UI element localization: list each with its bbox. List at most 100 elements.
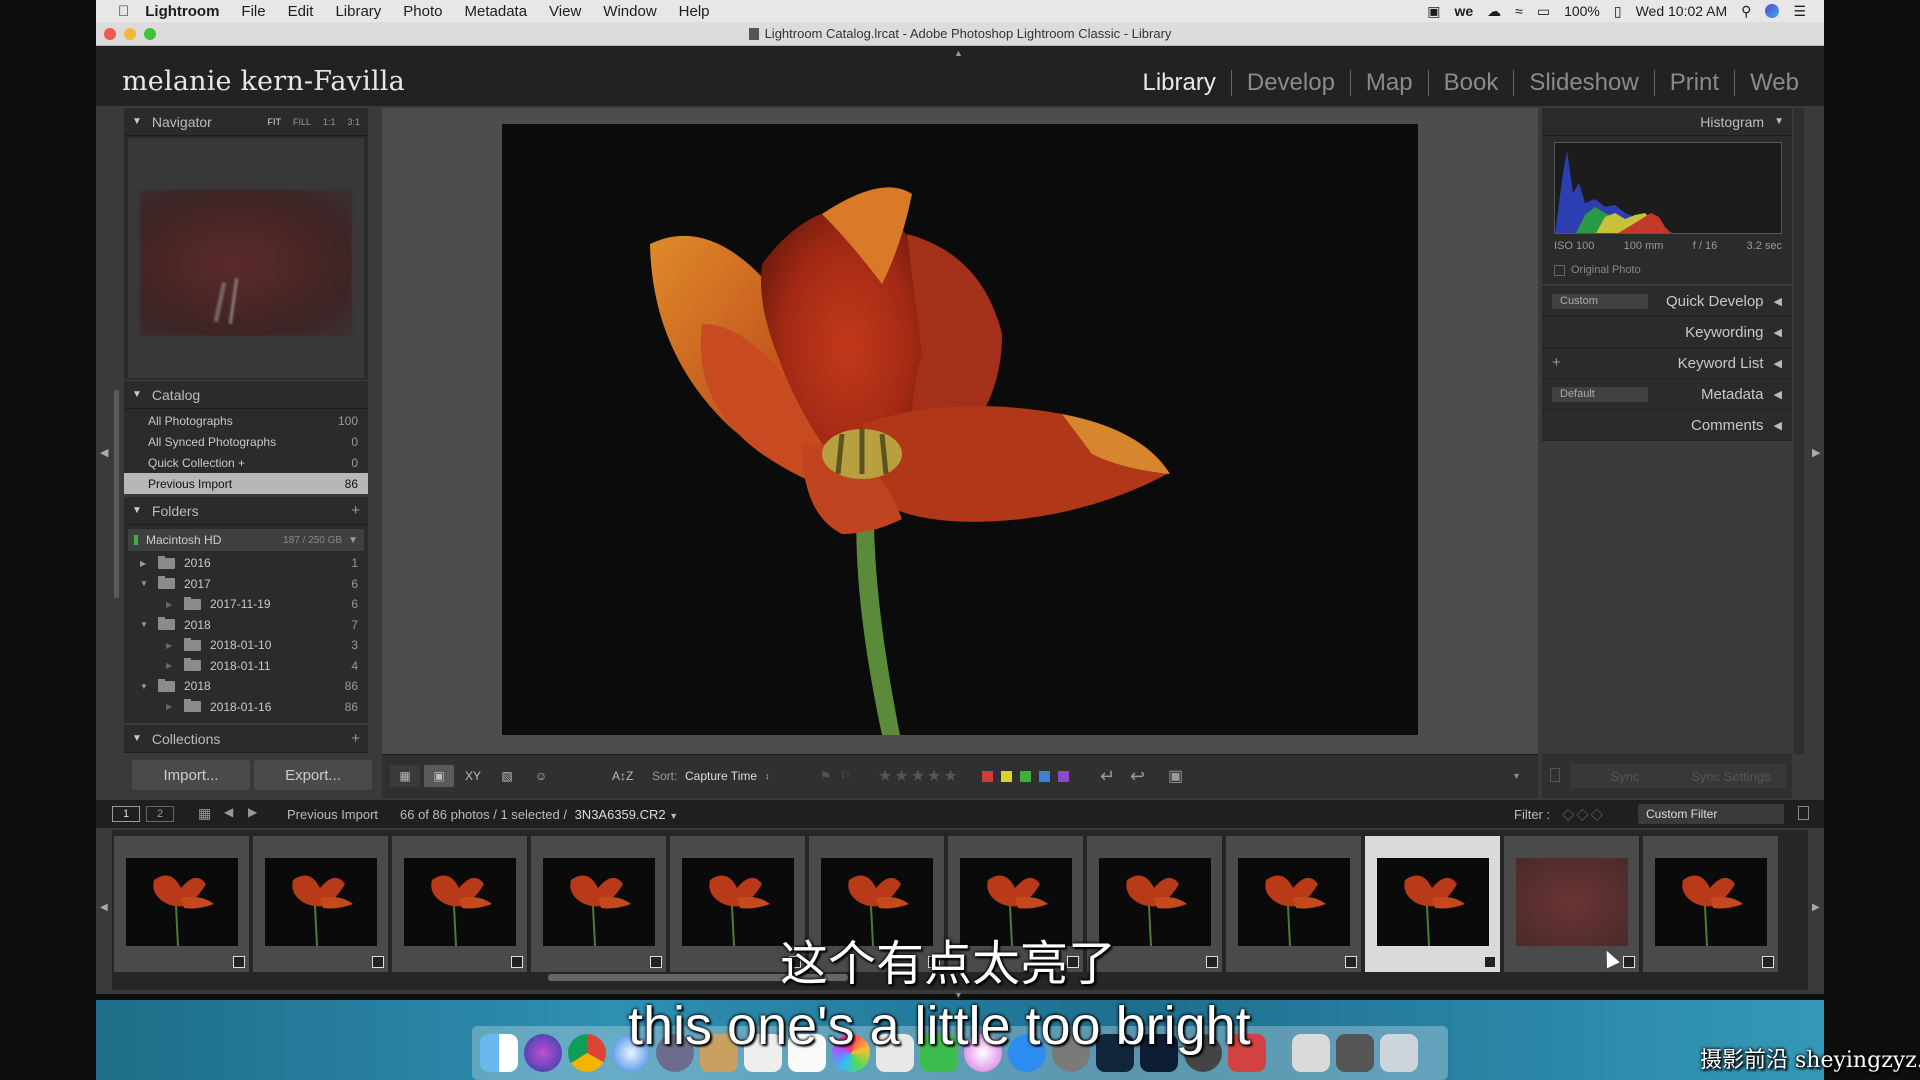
edited-badge-icon[interactable] xyxy=(1623,956,1635,968)
secondary-window-button[interactable]: 2 xyxy=(146,806,174,822)
volume-bar[interactable]: Macintosh HD 187 / 250 GB ▼ xyxy=(128,529,364,551)
disclosure-triangle-icon[interactable]: ▶ xyxy=(166,661,184,670)
zoom-1-1[interactable]: 1:1 xyxy=(323,117,336,127)
module-web[interactable]: Web xyxy=(1735,70,1814,96)
filter-flag-icons[interactable]: ◇◇◇ xyxy=(1562,804,1605,824)
folder-row[interactable]: ▶ 2016 1 xyxy=(124,553,368,574)
airplay-icon[interactable]: ▭ xyxy=(1537,3,1550,20)
forward-arrow-icon[interactable]: ▶ xyxy=(248,805,257,819)
left-panel-toggle-icon[interactable]: ◀ xyxy=(100,446,108,459)
apple-icon[interactable]:  xyxy=(118,3,129,20)
primary-window-button[interactable]: 1 xyxy=(112,806,140,822)
collapse-triangle-icon[interactable]: ▼ xyxy=(132,505,142,516)
flag-pick-icon[interactable]: ⚑ xyxy=(820,765,831,787)
disclosure-triangle-icon[interactable]: ▼ xyxy=(140,682,158,691)
disclosure-triangle-icon[interactable]: ▼ xyxy=(140,579,158,588)
import-button[interactable]: Import... xyxy=(132,760,250,790)
close-window-button[interactable] xyxy=(104,28,116,40)
main-photo[interactable] xyxy=(502,124,1418,735)
menu-file[interactable]: File xyxy=(241,3,265,20)
collections-header[interactable]: ▼ Collections + xyxy=(124,725,368,753)
catalog-item-previous-import[interactable]: Previous Import 86 xyxy=(124,473,368,494)
collapse-triangle-icon[interactable]: ▼ xyxy=(132,116,142,127)
app-menu[interactable]: Lightroom xyxy=(145,3,219,20)
cloud-icon[interactable]: ☁ xyxy=(1487,3,1501,20)
add-keyword-icon[interactable]: + xyxy=(1552,354,1561,371)
menu-view[interactable]: View xyxy=(549,3,581,20)
add-collection-icon[interactable]: + xyxy=(351,730,360,747)
siri-icon[interactable] xyxy=(524,1034,562,1072)
filename-menu-icon[interactable]: ▼ xyxy=(669,811,678,821)
edited-badge-icon[interactable] xyxy=(372,956,384,968)
histogram-graph[interactable] xyxy=(1554,142,1782,234)
collapse-triangle-icon[interactable]: ▼ xyxy=(132,733,142,744)
loupe-view-icon[interactable]: ▣ xyxy=(424,765,454,787)
sync-button[interactable]: Sync xyxy=(1570,764,1680,788)
trash-icon[interactable] xyxy=(1380,1034,1418,1072)
original-photo-checkbox[interactable] xyxy=(1554,264,1565,276)
filmstrip-right-arrow-icon[interactable]: ▶ xyxy=(1812,902,1820,913)
collapse-triangle-icon[interactable]: ▼ xyxy=(132,389,142,400)
zoom-fit[interactable]: FIT xyxy=(267,117,281,127)
edited-badge-icon[interactable] xyxy=(233,956,245,968)
module-slideshow[interactable]: Slideshow xyxy=(1514,70,1655,96)
navigator-preview[interactable] xyxy=(128,138,364,378)
folder-row[interactable]: ▼ 2017 6 xyxy=(124,574,368,595)
color-label-red[interactable] xyxy=(982,770,993,782)
color-label-blue[interactable] xyxy=(1039,770,1050,782)
zoom-window-button[interactable] xyxy=(144,28,156,40)
filmstrip-thumbnail[interactable] xyxy=(1226,836,1362,972)
edited-badge-icon[interactable] xyxy=(1762,956,1774,968)
module-library[interactable]: Library xyxy=(1128,70,1232,96)
right-panel-scrollbar[interactable] xyxy=(1794,108,1804,754)
module-print[interactable]: Print xyxy=(1655,70,1736,96)
toolbar-menu-icon[interactable]: ▼ xyxy=(1512,765,1521,787)
screen-tool-icon[interactable] xyxy=(1336,1034,1374,1072)
documents-folder-icon[interactable] xyxy=(1292,1034,1330,1072)
folder-row[interactable]: ▼ 2018 7 xyxy=(124,615,368,636)
export-button[interactable]: Export... xyxy=(254,760,372,790)
filmstrip-thumbnail[interactable] xyxy=(253,836,389,972)
menu-window[interactable]: Window xyxy=(603,3,656,20)
color-label-yellow[interactable] xyxy=(1001,770,1012,782)
module-map[interactable]: Map xyxy=(1351,70,1429,96)
menu-help[interactable]: Help xyxy=(679,3,710,20)
keywording-header[interactable]: Keywording ◀ xyxy=(1542,317,1792,348)
grid-view-icon[interactable]: ▦ xyxy=(390,765,420,787)
siri-icon[interactable] xyxy=(1765,4,1780,18)
minimize-window-button[interactable] xyxy=(124,28,136,40)
filmstrip-thumbnail[interactable] xyxy=(392,836,528,972)
edited-badge-icon[interactable] xyxy=(1345,956,1357,968)
disclosure-triangle-icon[interactable]: ▼ xyxy=(140,620,158,629)
quick-develop-header[interactable]: Custom Quick Develop ◀ xyxy=(1542,286,1792,317)
menu-photo[interactable]: Photo xyxy=(403,3,442,20)
filmstrip-left-arrow-icon[interactable]: ◀ xyxy=(100,902,108,913)
sort-direction-icon[interactable]: A↕Z xyxy=(612,765,633,787)
star-rating[interactable]: ★★★★★ xyxy=(878,765,960,787)
wifi-icon[interactable]: ≈ xyxy=(1515,3,1523,19)
metadata-header[interactable]: Default Metadata ◀ xyxy=(1542,379,1792,410)
spotlight-icon[interactable]: ⚲ xyxy=(1741,3,1751,20)
folder-row[interactable]: ▶ 2018-01-11 4 xyxy=(124,656,368,677)
folders-header[interactable]: ▼ Folders + xyxy=(124,497,368,525)
compare-view-icon[interactable]: XY xyxy=(458,765,488,787)
expand-triangle-icon[interactable]: ◀ xyxy=(1774,295,1782,308)
volume-menu-icon[interactable]: ▼ xyxy=(348,535,358,546)
survey-view-icon[interactable]: ▧ xyxy=(492,765,522,787)
edited-badge-icon[interactable] xyxy=(1484,956,1496,968)
catalog-item-all-synced[interactable]: All Synced Photographs 0 xyxy=(124,431,368,452)
top-panel-toggle-icon[interactable]: ▲ xyxy=(954,48,963,58)
filter-preset-select[interactable]: Custom Filter xyxy=(1638,804,1784,824)
source-label[interactable]: Previous Import xyxy=(287,807,378,822)
catalog-header[interactable]: ▼ Catalog xyxy=(124,381,368,409)
finder-icon[interactable] xyxy=(480,1034,518,1072)
sync-settings-button[interactable]: Sync Settings xyxy=(1676,764,1786,788)
filmstrip-thumbnail[interactable] xyxy=(1365,836,1501,972)
wechat-icon[interactable]: we xyxy=(1454,3,1473,19)
expand-triangle-icon[interactable]: ◀ xyxy=(1774,388,1782,401)
grid-view-icon[interactable]: ▦ xyxy=(198,805,211,822)
flag-reject-icon[interactable]: ⚐ xyxy=(840,765,851,787)
histogram-header[interactable]: Histogram ▼ xyxy=(1542,108,1792,136)
screen-record-icon[interactable]: ▣ xyxy=(1427,3,1440,20)
crop-overlay-icon[interactable]: ▣ xyxy=(1168,765,1183,787)
